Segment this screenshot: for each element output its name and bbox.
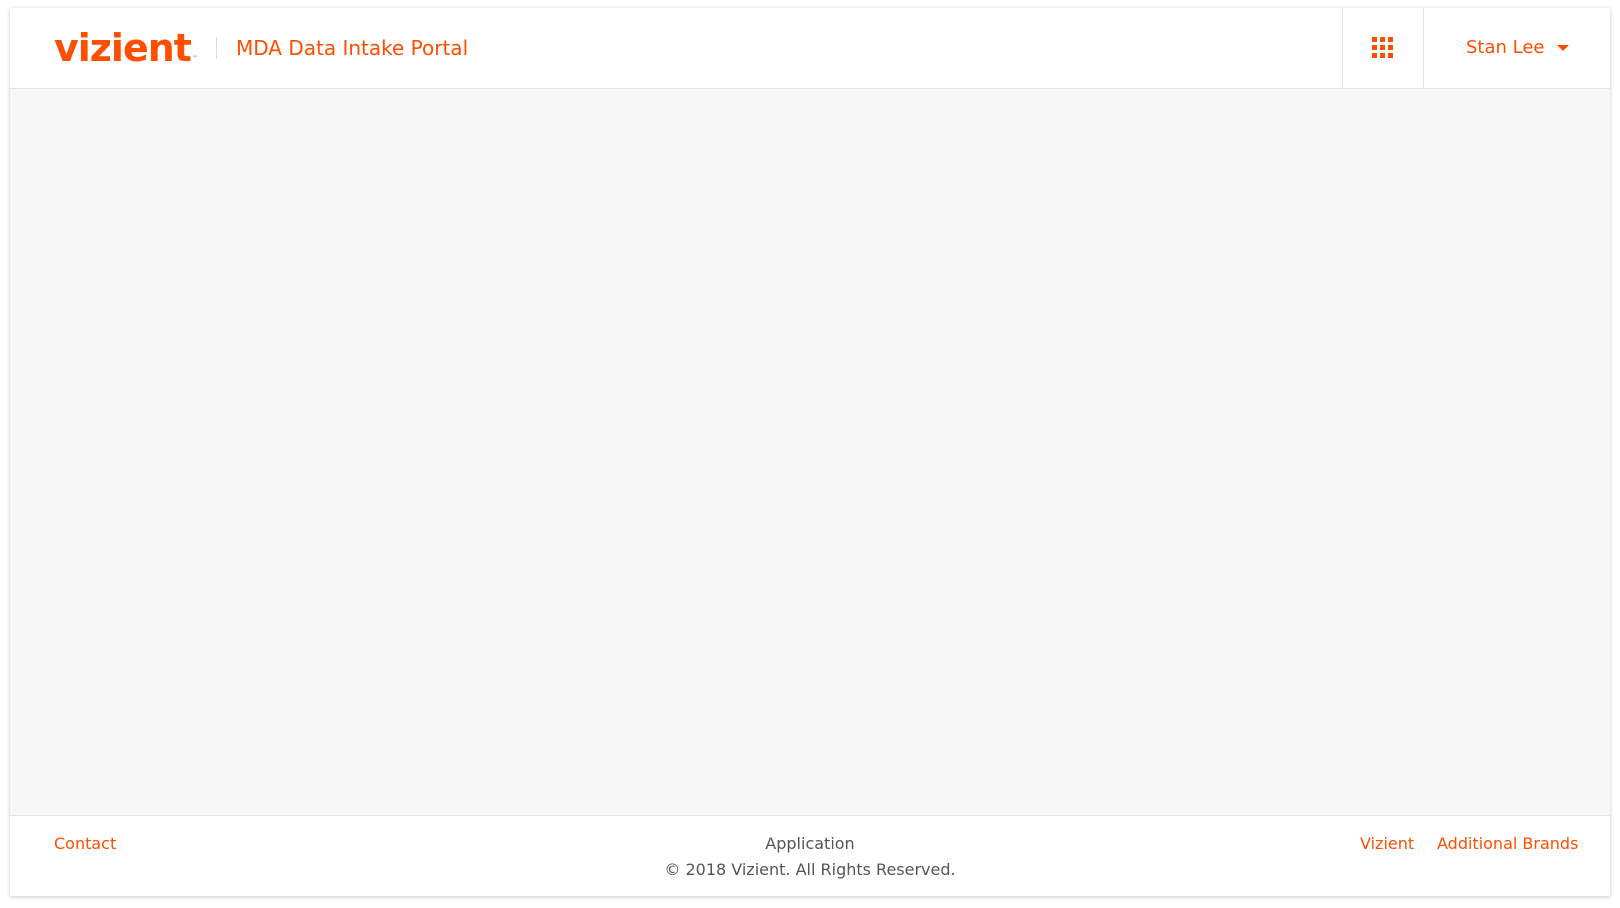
user-menu-button[interactable]: Stan Lee bbox=[1423, 8, 1610, 88]
app-window: vizient ™ MDA Data Intake Portal Stan Le… bbox=[10, 8, 1610, 896]
footer-copyright: © 2018 Vizient. All Rights Reserved. bbox=[664, 860, 956, 879]
logo-trademark: ™ bbox=[191, 55, 198, 62]
page-title: MDA Data Intake Portal bbox=[236, 36, 469, 60]
title-divider bbox=[216, 37, 217, 59]
vizient-logo[interactable]: vizient ™ bbox=[54, 28, 198, 68]
footer-application-label: Application bbox=[765, 834, 855, 853]
app-launcher-button[interactable] bbox=[1342, 8, 1424, 88]
grid-icon bbox=[1372, 37, 1394, 59]
chevron-down-icon bbox=[1557, 45, 1569, 51]
additional-brands-link[interactable]: Additional Brands bbox=[1437, 834, 1578, 854]
logo-wordmark: vizient bbox=[54, 26, 192, 70]
main-content-area bbox=[10, 89, 1610, 815]
user-name: Stan Lee bbox=[1466, 37, 1545, 58]
page-footer: Contact Application © 2018 Vizient. All … bbox=[10, 815, 1610, 896]
top-header: vizient ™ MDA Data Intake Portal Stan Le… bbox=[10, 8, 1610, 89]
vizient-link[interactable]: Vizient bbox=[1360, 834, 1414, 854]
contact-link[interactable]: Contact bbox=[54, 834, 116, 854]
